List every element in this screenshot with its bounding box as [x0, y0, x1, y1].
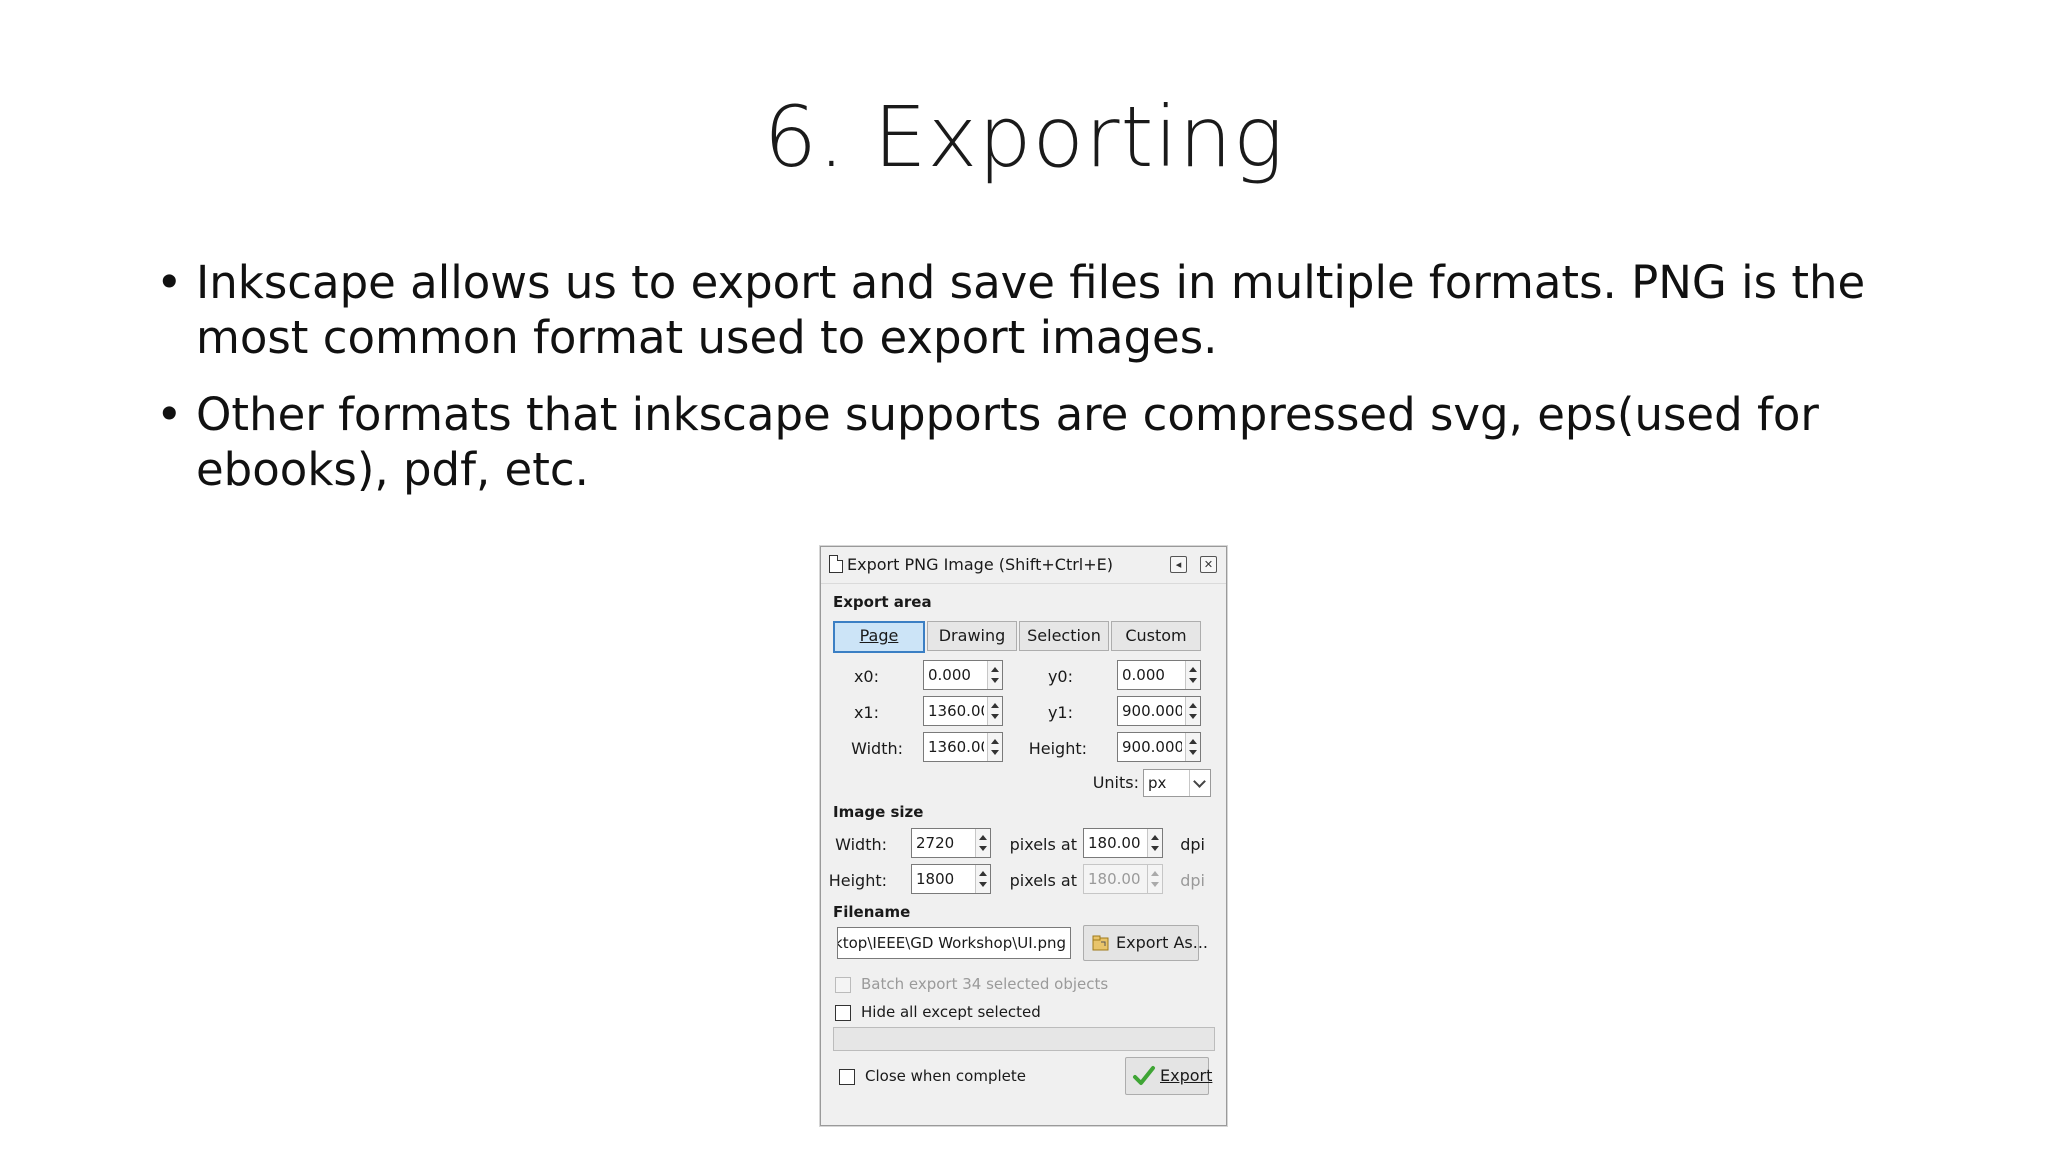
hide-all-label: Hide all except selected — [861, 1003, 1041, 1021]
area-height-field[interactable]: 900.000 — [1117, 732, 1201, 762]
close-when-complete-checkbox[interactable] — [839, 1069, 855, 1085]
tab-selection[interactable]: Selection — [1019, 621, 1109, 651]
dock-restore-icon[interactable]: ◂ — [1170, 556, 1187, 573]
y1-field[interactable]: 900.000 — [1117, 696, 1201, 726]
x1-label: x1: — [853, 703, 879, 722]
export-label: Export — [1160, 1066, 1213, 1085]
pixels-at-label: pixels at — [1009, 871, 1077, 890]
image-width-value: 2720 — [916, 834, 955, 852]
chevron-down-icon[interactable] — [1189, 770, 1210, 796]
batch-export-checkbox — [835, 977, 851, 993]
tab-drawing[interactable]: Drawing — [927, 621, 1017, 651]
y1-value: 900.000 — [1122, 702, 1182, 720]
x0-label: x0: — [853, 667, 879, 686]
x0-value: 0.000 — [928, 666, 971, 684]
spin-arrows-icon[interactable] — [987, 733, 1002, 761]
dpi-x-label: dpi — [1180, 835, 1205, 854]
dialog-title: Export PNG Image (Shift+Ctrl+E) — [847, 555, 1113, 574]
tab-page[interactable]: Page — [833, 621, 925, 653]
x1-value: 1360.000 — [928, 702, 984, 720]
image-height-field[interactable]: 1800 — [911, 864, 991, 894]
bullet-glyph: • — [156, 256, 183, 309]
area-width-field[interactable]: 1360.000 — [923, 732, 1003, 762]
export-png-dialog: Export PNG Image (Shift+Ctrl+E) ◂ ✕ Expo… — [820, 546, 1227, 1126]
bullet-glyph: • — [156, 388, 183, 441]
export-button[interactable]: Export — [1125, 1057, 1213, 1095]
dpi-y-label: dpi — [1180, 871, 1205, 890]
area-width-value: 1360.000 — [928, 738, 984, 756]
document-icon — [829, 555, 843, 573]
image-size-heading: Image size — [833, 803, 924, 821]
units-select[interactable]: px — [1143, 769, 1211, 797]
export-progress-bar — [833, 1027, 1215, 1051]
dpi-x-value: 180.00 — [1088, 834, 1141, 852]
image-width-label: Width: — [835, 835, 887, 854]
dpi-x-field[interactable]: 180.00 — [1083, 828, 1163, 858]
export-area-heading: Export area — [833, 593, 932, 611]
export-as-button[interactable]: Export As... — [1083, 925, 1208, 961]
y0-value: 0.000 — [1122, 666, 1165, 684]
y0-label: y0: — [1047, 667, 1073, 686]
filename-heading: Filename — [833, 903, 911, 921]
area-width-label: Width: — [851, 739, 903, 758]
image-width-field[interactable]: 2720 — [911, 828, 991, 858]
spin-arrows-icon[interactable] — [987, 661, 1002, 689]
image-height-label: Height: — [828, 871, 887, 890]
filename-input[interactable]: sktop\IEEE\GD Workshop\UI.png — [837, 927, 1071, 959]
dpi-y-field: 180.00 — [1083, 864, 1163, 894]
checkmark-icon — [1133, 1066, 1155, 1085]
units-label: Units: — [1092, 773, 1139, 792]
slide-title: 6. Exporting — [763, 88, 1285, 186]
spin-arrows-icon — [1147, 865, 1162, 893]
spin-arrows-icon[interactable] — [1147, 829, 1162, 857]
bullet-list: • Inkscape allows us to export and save f… — [150, 255, 1950, 519]
tab-custom-label: Custom — [1125, 626, 1187, 645]
x0-field[interactable]: 0.000 — [923, 660, 1003, 690]
spin-arrows-icon[interactable] — [975, 865, 990, 893]
tab-drawing-label: Drawing — [938, 626, 1006, 645]
spin-arrows-icon[interactable] — [987, 697, 1002, 725]
batch-export-label: Batch export 34 selected objects — [861, 975, 1109, 993]
tab-selection-label: Selection — [1027, 626, 1101, 645]
close-icon[interactable]: ✕ — [1200, 556, 1217, 573]
tab-page-label: Page — [859, 626, 899, 645]
spin-arrows-icon[interactable] — [1185, 661, 1200, 689]
spin-arrows-icon[interactable] — [1185, 733, 1200, 761]
y1-label: y1: — [1047, 703, 1073, 722]
area-height-label: Height: — [1028, 739, 1087, 758]
close-when-complete-label: Close when complete — [865, 1067, 1026, 1085]
bullet-text: Other formats that inkscape supports are… — [196, 388, 1819, 496]
tab-custom[interactable]: Custom — [1111, 621, 1201, 651]
image-height-value: 1800 — [916, 870, 955, 888]
units-value: px — [1148, 774, 1167, 792]
y0-field[interactable]: 0.000 — [1117, 660, 1201, 690]
filename-value: sktop\IEEE\GD Workshop\UI.png — [837, 934, 1066, 952]
bullet-text: Inkscape allows us to export and save fi… — [196, 256, 1866, 364]
dpi-y-value: 180.00 — [1088, 870, 1141, 888]
bullet-item: • Inkscape allows us to export and save f… — [150, 255, 1950, 365]
bullet-item: • Other formats that inkscape supports ar… — [150, 387, 1950, 497]
hide-all-checkbox[interactable] — [835, 1005, 851, 1021]
x1-field[interactable]: 1360.000 — [923, 696, 1003, 726]
area-height-value: 900.000 — [1122, 738, 1182, 756]
folder-icon — [1092, 935, 1109, 951]
pixels-at-label: pixels at — [1009, 835, 1077, 854]
export-as-label: Export As... — [1116, 933, 1208, 952]
spin-arrows-icon[interactable] — [975, 829, 990, 857]
spin-arrows-icon[interactable] — [1185, 697, 1200, 725]
dialog-titlebar: Export PNG Image (Shift+Ctrl+E) ◂ ✕ — [821, 547, 1226, 584]
